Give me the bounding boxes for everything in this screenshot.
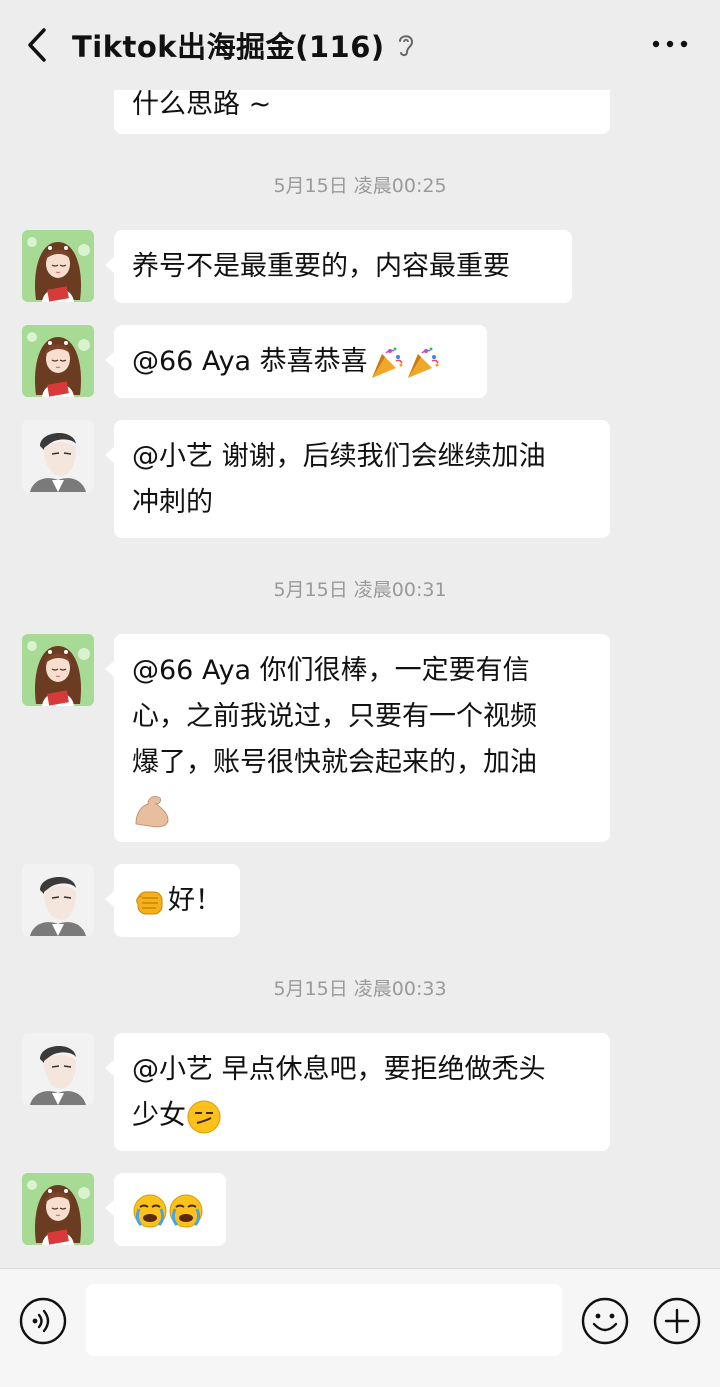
avatar-male[interactable] xyxy=(22,864,94,936)
avatar-female[interactable] xyxy=(22,230,94,302)
message-bubble[interactable]: @66 Aya 你们很棒，一定要有信 心，之前我说过，只要有一个视频 爆了，账号… xyxy=(105,634,610,842)
message-text: 少女 xyxy=(132,1100,186,1131)
chat-title: Tiktok出海掘金(116) xyxy=(72,30,385,64)
avatar-male[interactable] xyxy=(22,1033,94,1105)
crying-face-icon xyxy=(132,1193,168,1229)
avatar-female[interactable] xyxy=(22,1173,94,1245)
ear-icon xyxy=(398,35,413,57)
message-input[interactable] xyxy=(86,1284,562,1356)
voice-icon[interactable] xyxy=(18,1296,68,1346)
message-bubble[interactable] xyxy=(105,1173,226,1246)
message-bubble[interactable]: @66 Aya 恭喜恭喜 xyxy=(105,325,487,398)
message-text: @小艺 谢谢，后续我们会继续加油 xyxy=(132,441,546,472)
message-text: @小艺 早点休息吧，要拒绝做秃头 xyxy=(132,1054,546,1085)
message-text: 好！ xyxy=(168,885,222,916)
avatar-female[interactable] xyxy=(22,634,94,706)
timestamp: 5月15日 凌晨00:33 xyxy=(273,978,447,1000)
emoji-icon[interactable] xyxy=(580,1296,630,1346)
message-bubble[interactable]: 养号不是最重要的，内容最重要 xyxy=(105,230,572,303)
message-text: @66 Aya 你们很棒，一定要有信 xyxy=(132,655,530,686)
chat-area[interactable]: 什么思路 ~ 5月15日 凌晨00:25 养号不是最重要的，内容最重要 @66 … xyxy=(0,0,720,1268)
chat-header: Tiktok出海掘金(116) xyxy=(0,0,720,90)
message-bubble[interactable]: @小艺 早点休息吧，要拒绝做秃头 少女 xyxy=(105,1033,610,1151)
timestamp: 5月15日 凌晨00:25 xyxy=(273,175,447,197)
message-bubble[interactable]: @小艺 谢谢，后续我们会继续加油 冲刺的 xyxy=(105,420,610,538)
timestamp: 5月15日 凌晨00:31 xyxy=(273,579,447,601)
avatar-female[interactable] xyxy=(22,325,94,397)
input-bar xyxy=(0,1268,720,1387)
party-popper-icon xyxy=(404,345,440,381)
message-bubble[interactable]: 好！ xyxy=(105,864,240,937)
message-text: @66 Aya 恭喜恭喜 xyxy=(132,346,368,377)
smirk-face-icon xyxy=(186,1099,222,1135)
back-arrow-icon[interactable] xyxy=(18,24,58,66)
crying-face-icon xyxy=(168,1193,204,1229)
party-popper-icon xyxy=(368,345,404,381)
message-text: 心，之前我说过，只要有一个视频 xyxy=(132,701,537,732)
message-text: 爆了，账号很快就会起来的，加油 xyxy=(132,747,537,778)
more-options-icon[interactable] xyxy=(650,32,690,56)
message-text: 冲刺的 xyxy=(132,487,213,518)
flexed-biceps-icon xyxy=(132,790,172,830)
plus-icon[interactable] xyxy=(652,1296,702,1346)
raised-fist-icon xyxy=(132,884,168,920)
message-text: 养号不是最重要的，内容最重要 xyxy=(132,251,510,282)
avatar-male[interactable] xyxy=(22,420,94,492)
